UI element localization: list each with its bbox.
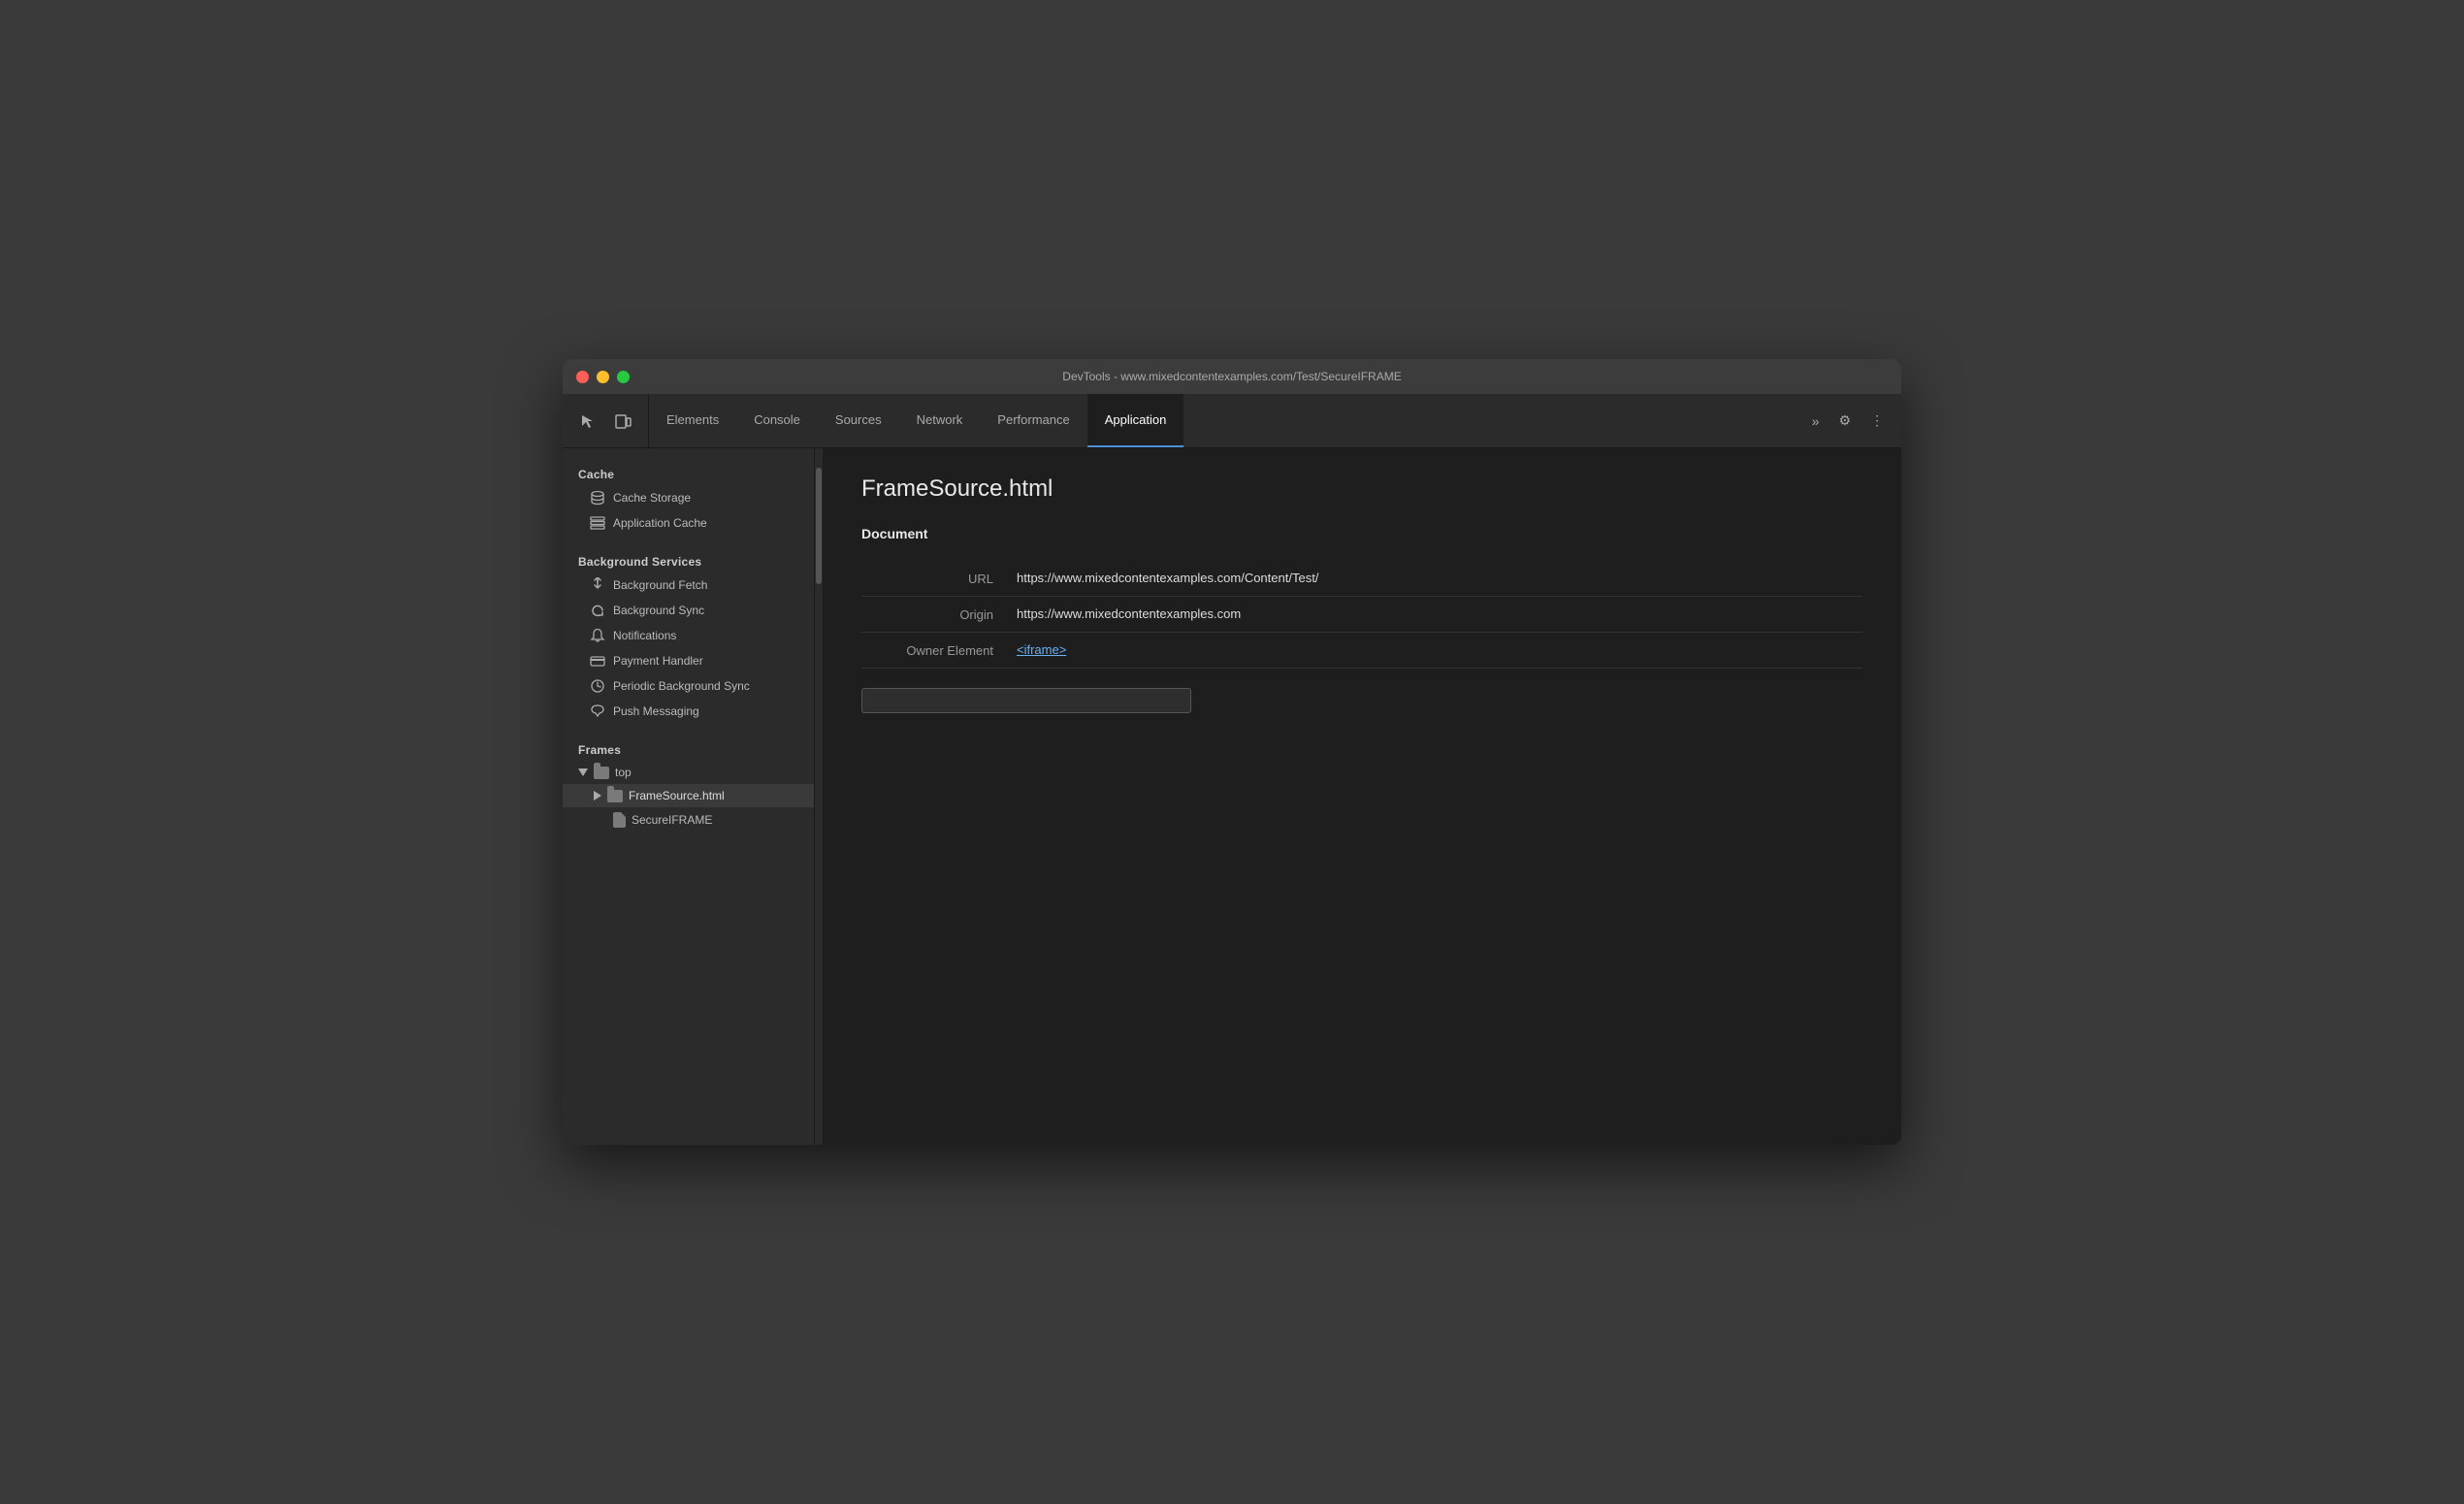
info-label-owner-element: Owner Element — [861, 642, 1017, 658]
tab-elements[interactable]: Elements — [649, 394, 736, 447]
tab-console[interactable]: Console — [736, 394, 818, 447]
titlebar: DevTools - www.mixedcontentexamples.com/… — [563, 359, 1901, 394]
sidebar-item-push-messaging[interactable]: Push Messaging — [563, 699, 814, 724]
sidebar-scrollbar[interactable] — [815, 448, 823, 1145]
content-panel: FrameSource.html Document URL https://ww… — [823, 448, 1901, 1145]
toolbar-tabs: Elements Console Sources Network Perform… — [649, 394, 1795, 447]
background-sync-icon — [590, 603, 605, 618]
info-label-url: URL — [861, 571, 1017, 586]
expand-triangle-icon — [594, 791, 601, 801]
sidebar-section-frames: Frames — [563, 736, 814, 761]
folder-icon-top — [594, 767, 609, 779]
devtools-window: DevTools - www.mixedcontentexamples.com/… — [563, 359, 1901, 1145]
toolbar: Elements Console Sources Network Perform… — [563, 394, 1901, 448]
minimize-button[interactable] — [597, 371, 609, 383]
main-area: Cache Cache Storage — [563, 448, 1901, 1145]
sidebar-section-cache: Cache — [563, 460, 814, 485]
info-row-owner-element: Owner Element <iframe> — [861, 633, 1863, 669]
info-value-url: https://www.mixedcontentexamples.com/Con… — [1017, 571, 1863, 585]
settings-button[interactable]: ⚙ — [1831, 409, 1859, 433]
file-icon-secureiframe — [613, 812, 626, 828]
sidebar-scrollbar-thumb[interactable] — [816, 468, 822, 584]
sidebar-item-cache-storage[interactable]: Cache Storage — [563, 485, 814, 510]
payment-handler-icon — [590, 653, 605, 669]
background-fetch-icon — [590, 577, 605, 593]
sidebar: Cache Cache Storage — [563, 448, 815, 1145]
notifications-icon — [590, 628, 605, 643]
application-cache-icon — [590, 515, 605, 531]
push-messaging-icon — [590, 703, 605, 719]
info-row-origin: Origin https://www.mixedcontentexamples.… — [861, 597, 1863, 633]
tab-performance[interactable]: Performance — [980, 394, 1086, 447]
sidebar-item-frame-framesource[interactable]: FrameSource.html — [563, 784, 814, 807]
device-icon-button[interactable] — [607, 406, 638, 437]
window-controls — [563, 371, 630, 383]
info-value-origin: https://www.mixedcontentexamples.com — [1017, 606, 1863, 621]
sidebar-item-payment-handler[interactable]: Payment Handler — [563, 648, 814, 673]
search-bar[interactable] — [861, 688, 1191, 713]
inspect-icon-button[interactable] — [572, 406, 603, 437]
close-button[interactable] — [576, 371, 589, 383]
sidebar-item-notifications[interactable]: Notifications — [563, 623, 814, 648]
sidebar-item-frame-secureiframe[interactable]: SecureIFRAME — [563, 807, 814, 833]
sidebar-item-application-cache[interactable]: Application Cache — [563, 510, 814, 536]
spacer-2 — [563, 724, 814, 736]
page-title: FrameSource.html — [861, 475, 1863, 503]
info-label-origin: Origin — [861, 606, 1017, 622]
tab-sources[interactable]: Sources — [818, 394, 899, 447]
spacer-1 — [563, 536, 814, 547]
more-tabs-button[interactable]: » — [1804, 409, 1828, 433]
section-header-document: Document — [861, 526, 1863, 541]
periodic-background-sync-icon — [590, 678, 605, 694]
tab-application[interactable]: Application — [1087, 394, 1184, 447]
info-row-url: URL https://www.mixedcontentexamples.com… — [861, 561, 1863, 597]
overflow-menu-button[interactable]: ⋮ — [1863, 409, 1892, 433]
titlebar-title: DevTools - www.mixedcontentexamples.com/… — [1062, 370, 1401, 383]
tab-network[interactable]: Network — [899, 394, 981, 447]
sidebar-item-frame-top[interactable]: top — [563, 761, 814, 784]
sidebar-item-background-sync[interactable]: Background Sync — [563, 598, 814, 623]
maximize-button[interactable] — [617, 371, 630, 383]
sidebar-item-background-fetch[interactable]: Background Fetch — [563, 572, 814, 598]
toolbar-more-area: » ⚙ ⋮ — [1795, 394, 1901, 447]
folder-icon-framesource — [607, 790, 623, 802]
sidebar-section-bg-services: Background Services — [563, 547, 814, 572]
sidebar-item-periodic-background-sync[interactable]: Periodic Background Sync — [563, 673, 814, 699]
toolbar-icon-group — [563, 394, 649, 447]
collapse-triangle-icon — [578, 768, 588, 776]
cache-storage-icon — [590, 490, 605, 506]
info-value-owner-element[interactable]: <iframe> — [1017, 642, 1863, 657]
